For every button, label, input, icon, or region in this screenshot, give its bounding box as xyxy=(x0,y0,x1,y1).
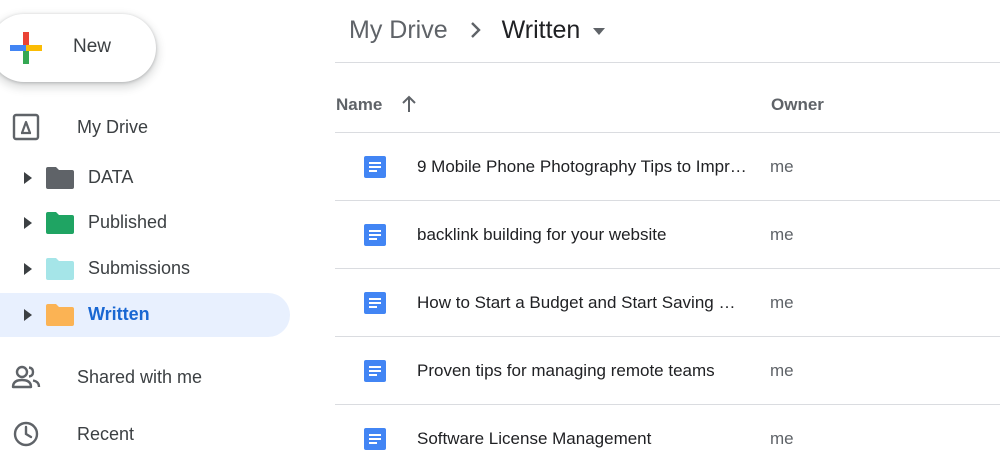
table-row[interactable]: backlink building for your website me xyxy=(335,201,1000,269)
tree-item-label: Submissions xyxy=(88,258,191,278)
tree-item-submissions[interactable]: Submissions xyxy=(0,247,290,291)
sidebar-item-recent[interactable]: Recent xyxy=(0,412,290,456)
chevron-right-icon xyxy=(470,22,481,38)
column-header-owner[interactable]: Owner xyxy=(771,95,824,115)
tree-item-label: Published xyxy=(88,212,168,232)
tree-item-label: DATA xyxy=(88,167,134,187)
breadcrumb-root[interactable]: My Drive xyxy=(349,16,448,45)
sidebar-item-label: My Drive xyxy=(77,116,148,137)
google-doc-icon xyxy=(364,292,386,314)
table-header: Name Owner xyxy=(335,84,1000,128)
sidebar-item-shared-with-me[interactable]: Shared with me xyxy=(0,355,290,399)
file-owner: me xyxy=(770,429,794,448)
breadcrumb-current[interactable]: Written xyxy=(502,16,581,45)
expand-caret-icon[interactable] xyxy=(22,262,34,276)
tree-item-published[interactable]: Published xyxy=(0,201,290,245)
file-owner: me xyxy=(770,157,794,176)
file-list: 9 Mobile Phone Photography Tips to Impro… xyxy=(335,133,1000,469)
arrow-up-icon[interactable] xyxy=(400,94,418,114)
google-doc-icon xyxy=(364,156,386,178)
file-name: How to Start a Budget and Start Saving M… xyxy=(417,293,747,312)
new-button-label: New xyxy=(73,36,112,57)
table-row[interactable]: How to Start a Budget and Start Saving M… xyxy=(335,269,1000,337)
expand-caret-icon[interactable] xyxy=(22,308,34,322)
people-icon xyxy=(11,365,41,389)
file-owner: me xyxy=(770,225,794,244)
sidebar: New My Drive DATA Published Submissions … xyxy=(0,0,300,469)
table-row[interactable]: Software License Management me xyxy=(335,405,1000,469)
google-doc-icon xyxy=(364,428,386,450)
breadcrumb: My Drive Written xyxy=(349,12,606,48)
file-name: Proven tips for managing remote teams xyxy=(417,361,715,380)
sidebar-item-my-drive[interactable]: My Drive xyxy=(0,105,290,149)
tree-item-data[interactable]: DATA xyxy=(0,156,290,200)
file-owner: me xyxy=(770,293,794,312)
caret-down-icon[interactable] xyxy=(592,26,606,36)
folder-icon xyxy=(46,212,74,234)
table-row[interactable]: 9 Mobile Phone Photography Tips to Impro… xyxy=(335,133,1000,201)
folder-icon xyxy=(46,304,74,326)
clock-icon xyxy=(13,421,39,447)
my-drive-icon xyxy=(12,113,40,141)
plus-icon xyxy=(10,32,42,64)
file-name: Software License Management xyxy=(417,429,652,448)
tree-item-label: Written xyxy=(88,304,150,324)
google-doc-icon xyxy=(364,224,386,246)
new-button[interactable]: New xyxy=(0,14,156,82)
expand-caret-icon[interactable] xyxy=(22,216,34,230)
table-row[interactable]: Proven tips for managing remote teams me xyxy=(335,337,1000,405)
file-owner: me xyxy=(770,361,794,380)
folder-icon xyxy=(46,258,74,280)
tree-item-written[interactable]: Written xyxy=(0,293,290,337)
file-name: backlink building for your website xyxy=(417,225,667,244)
column-header-name[interactable]: Name xyxy=(336,95,382,115)
sidebar-item-label: Shared with me xyxy=(77,366,203,387)
file-name: 9 Mobile Phone Photography Tips to Impro… xyxy=(417,157,747,176)
divider xyxy=(335,62,1000,63)
main-content: My Drive Written Name Owner 9 Mobile Pho… xyxy=(335,0,1000,469)
expand-caret-icon[interactable] xyxy=(22,171,34,185)
sidebar-item-label: Recent xyxy=(77,423,135,444)
folder-icon xyxy=(46,167,74,189)
google-doc-icon xyxy=(364,360,386,382)
